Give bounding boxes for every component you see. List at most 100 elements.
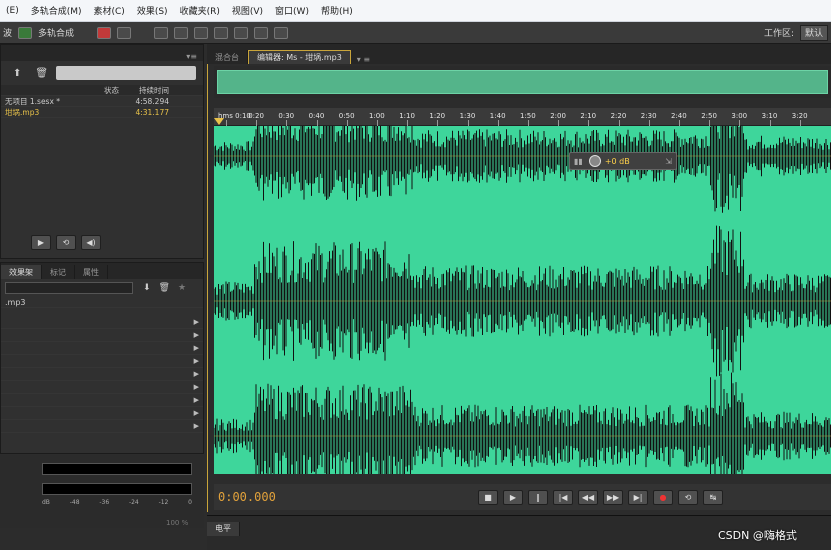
files-search-input[interactable] <box>56 66 197 80</box>
waveform-view-button[interactable]: 波 <box>3 25 12 41</box>
effect-slot[interactable]: ▶ <box>1 420 203 433</box>
lasso-tool-icon[interactable] <box>234 26 249 39</box>
waveform-channel <box>213 372 831 500</box>
files-tabrow: ▾≡ <box>1 45 203 61</box>
scale-label: -12 <box>158 499 169 506</box>
time-selection-tool-icon[interactable] <box>194 26 209 39</box>
timecode-display: 0:00.000 <box>218 490 276 504</box>
waveform-graphic <box>213 99 831 500</box>
move-to-end-button[interactable]: ▶| <box>628 489 648 505</box>
scale-label: -24 <box>128 499 139 506</box>
spot-heal-tool-icon[interactable] <box>274 26 289 39</box>
effect-slot[interactable]: ▶ <box>1 329 203 342</box>
preset-select[interactable] <box>5 282 133 294</box>
multitrack-icon[interactable] <box>18 26 33 39</box>
chevron-right-icon[interactable]: ▶ <box>194 422 199 430</box>
move-to-start-button[interactable]: |◀ <box>553 489 573 505</box>
file-row[interactable]: 无项目 1.sesx * 4:58.294 <box>1 96 203 107</box>
play-button[interactable]: ▶ <box>503 489 523 505</box>
volume-value[interactable]: +0 dB <box>605 157 630 166</box>
input-meter-right <box>42 483 192 495</box>
menu-window[interactable]: 窗口(W) <box>269 4 315 17</box>
workspace-select[interactable]: 默认 <box>799 24 828 41</box>
scale-label: dB <box>42 499 50 506</box>
ruler-tick-label: 1:00 <box>369 112 385 120</box>
file-name: 坩埚.mp3 <box>5 107 40 117</box>
delete-preset-icon[interactable]: 🗑 <box>159 283 170 293</box>
close-tab-icon[interactable]: ▾ ≡ <box>357 55 370 64</box>
percent-label: 100 % <box>166 519 189 527</box>
effect-slot[interactable]: ▶ <box>1 407 203 420</box>
col-duration-label[interactable]: 持续时间 <box>139 85 169 96</box>
menu-clip[interactable]: 素材(C) <box>88 4 131 17</box>
tab-levels[interactable]: 电平 <box>207 521 240 536</box>
ruler-tick-label: 3:00 <box>731 112 748 120</box>
volume-knob-icon[interactable] <box>588 155 601 167</box>
effect-slots: ▶ ▶ ▶ ▶ ▶ ▶ ▶ ▶ ▶ <box>1 316 203 433</box>
tab-markers[interactable]: 标记 <box>42 265 75 279</box>
chevron-right-icon[interactable]: ▶ <box>194 331 199 339</box>
preview-loop-button[interactable]: ⟲ <box>56 235 76 250</box>
chevron-right-icon[interactable]: ▶ <box>194 357 199 365</box>
overview-bar[interactable] <box>214 66 831 98</box>
rewind-button[interactable]: ◀◀ <box>578 489 598 505</box>
skip-button[interactable]: ↹ <box>703 489 723 505</box>
effect-slot[interactable]: ▶ <box>1 381 203 394</box>
effect-slot[interactable]: ▶ <box>1 394 203 407</box>
menu-view[interactable]: 视图(V) <box>226 4 269 17</box>
volume-hud[interactable]: ▮▮ +0 dB ⇲ <box>569 152 677 170</box>
files-header: 状态 持续时间 <box>1 85 203 96</box>
file-duration: 4:58.294 <box>135 96 169 106</box>
hud-grip-icon: ▮▮ <box>574 156 583 166</box>
chevron-right-icon[interactable]: ▶ <box>194 318 199 326</box>
brush-tool-icon[interactable] <box>254 26 269 39</box>
effect-slot[interactable]: ▶ <box>1 316 203 329</box>
effect-slot[interactable]: ▶ <box>1 368 203 381</box>
fast-forward-button[interactable]: ▶▶ <box>603 489 623 505</box>
chevron-right-icon[interactable]: ▶ <box>194 396 199 404</box>
ruler-tick-label: 3:10 <box>761 112 778 120</box>
overview-range[interactable] <box>217 70 828 94</box>
chevron-right-icon[interactable]: ▶ <box>194 370 199 378</box>
favorite-icon[interactable]: ★ <box>178 283 186 293</box>
ruler-tick-label: 0:40 <box>308 112 325 120</box>
effect-slot[interactable]: ▶ <box>1 355 203 368</box>
pin-icon[interactable]: ⇲ <box>665 157 672 166</box>
pitch-icon[interactable] <box>117 26 132 39</box>
record-button[interactable]: ● <box>653 489 673 505</box>
loop-button[interactable]: ⟲ <box>678 489 698 505</box>
tab-mixer[interactable]: 混合台 <box>207 50 248 64</box>
menu-help[interactable]: 帮助(H) <box>315 4 359 17</box>
waveform-display[interactable] <box>213 99 831 500</box>
marquee-tool-icon[interactable] <box>214 26 229 39</box>
multitrack-view-button[interactable]: 多轨合成 <box>38 25 74 41</box>
ruler-tick-label: 2:00 <box>550 112 566 120</box>
chevron-right-icon[interactable]: ▶ <box>194 344 199 352</box>
preview-volume-button[interactable]: ◀) <box>81 235 101 250</box>
playhead-marker[interactable] <box>214 118 224 125</box>
tab-properties[interactable]: 属性 <box>75 265 108 279</box>
spectral-icon[interactable] <box>97 26 112 39</box>
menu-edit[interactable]: (E) <box>0 6 25 16</box>
menu-favorites[interactable]: 收藏夹(R) <box>174 4 226 17</box>
preview-play-button[interactable]: ▶ <box>31 235 51 250</box>
import-icon[interactable]: ⬆ <box>13 68 21 79</box>
file-name: 无项目 1.sesx * <box>5 96 61 106</box>
move-tool-icon[interactable] <box>154 26 169 39</box>
menu-multitrack[interactable]: 多轨合成(M) <box>25 4 88 17</box>
tab-editor[interactable]: 编辑器: Ms - 坩埚.mp3 <box>248 50 351 64</box>
chevron-right-icon[interactable]: ▶ <box>194 383 199 391</box>
pause-button[interactable]: ‖ <box>528 489 548 505</box>
delete-icon[interactable]: 🗑 <box>35 68 48 79</box>
timeline-ruler[interactable]: hms 0:10 0:20 0:30 0:40 0:50 1:00 1:10 1:20 1:30… <box>214 108 831 126</box>
tab-effects-rack[interactable]: 效果架 <box>1 265 42 279</box>
chevron-right-icon[interactable]: ▶ <box>194 409 199 417</box>
effect-slot[interactable]: ▶ <box>1 342 203 355</box>
razor-tool-icon[interactable] <box>174 26 189 39</box>
stop-button[interactable]: ■ <box>478 489 498 505</box>
menu-effects[interactable]: 效果(S) <box>131 4 174 17</box>
effects-file-label: .mp3 <box>1 297 203 308</box>
col-status-label[interactable]: 状态 <box>104 85 119 96</box>
save-preset-icon[interactable]: ⬇ <box>143 283 151 293</box>
file-row-selected[interactable]: 坩埚.mp3 4:31.177 <box>1 107 203 118</box>
